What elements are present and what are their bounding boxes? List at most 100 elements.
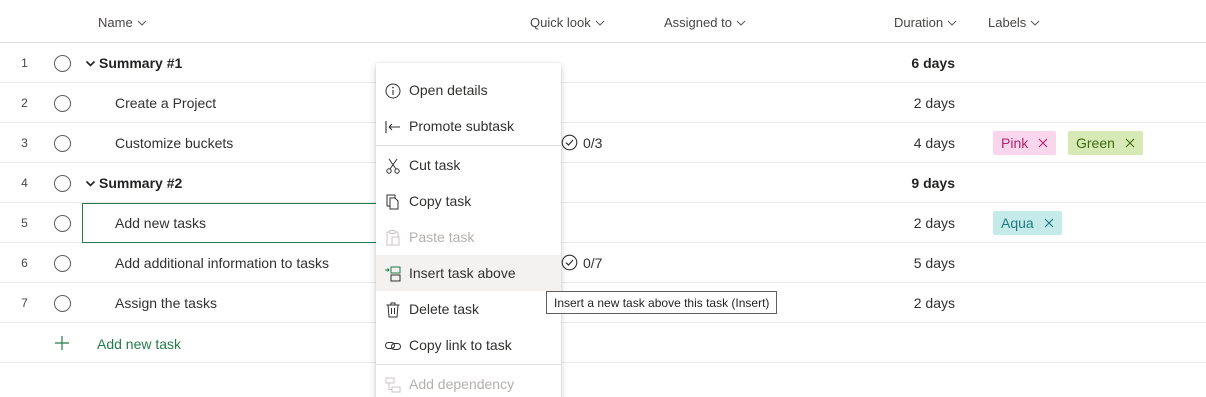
table-row[interactable]: 4 Summary #2 9 days [0, 163, 1206, 203]
row-number: 5 [21, 216, 28, 230]
complete-task-checkbox[interactable] [54, 215, 71, 232]
label-green[interactable]: Green [1068, 131, 1143, 155]
menu-item-paste-task: Paste task [376, 219, 561, 255]
task-context-menu: Open details Promote subtask Cut task Co… [376, 63, 561, 397]
column-header-assigned-to[interactable]: Assigned to [664, 15, 747, 30]
column-header-name[interactable]: Name [98, 15, 148, 30]
task-duration[interactable]: 5 days [914, 255, 955, 271]
task-duration[interactable]: 2 days [914, 215, 955, 231]
plus-icon[interactable] [53, 334, 71, 352]
clipboard-icon [386, 230, 400, 246]
complete-task-checkbox[interactable] [54, 95, 71, 112]
label-text: Aqua [1001, 215, 1034, 231]
label-aqua[interactable]: Aqua [993, 211, 1062, 235]
column-assigned-to-label: Assigned to [664, 15, 732, 30]
task-name[interactable]: Create a Project [115, 95, 216, 111]
menu-item-copy-task[interactable]: Copy task [376, 183, 561, 219]
menu-item-label: Cut task [409, 157, 461, 173]
chevron-down-icon[interactable] [85, 58, 96, 69]
menu-item-add-dependency: Add dependency [376, 366, 561, 397]
task-duration[interactable]: 9 days [911, 175, 955, 191]
table-row[interactable]: 3 Customize buckets 0/3 4 days Pink Gree… [0, 123, 1206, 163]
task-duration[interactable]: 2 days [914, 95, 955, 111]
insert-above-icon [385, 266, 401, 282]
row-number: 2 [21, 96, 28, 110]
task-name[interactable]: Customize buckets [115, 135, 233, 151]
row-number: 1 [21, 56, 28, 70]
column-quick-look-label: Quick look [530, 15, 591, 30]
grid-header: Name Quick look Assigned to Duration Lab… [0, 0, 1206, 43]
add-new-task-button[interactable]: Add new task [97, 336, 181, 352]
menu-divider [376, 364, 561, 365]
chevron-down-icon [137, 20, 147, 26]
menu-item-label: Insert task above [409, 265, 516, 281]
task-duration[interactable]: 4 days [914, 135, 955, 151]
complete-task-checkbox[interactable] [54, 55, 71, 72]
chevron-down-icon [1030, 20, 1040, 26]
complete-task-checkbox[interactable] [54, 135, 71, 152]
label-pink[interactable]: Pink [993, 131, 1057, 155]
chevron-down-icon [595, 20, 605, 26]
copy-icon [386, 194, 399, 210]
checklist-count: 0/3 [583, 134, 603, 151]
row-number: 4 [21, 176, 28, 190]
table-row[interactable]: 2 Create a Project 2 days [0, 83, 1206, 123]
checklist-icon [561, 254, 578, 271]
checklist-progress[interactable]: 0/7 [561, 254, 602, 271]
task-duration[interactable]: 2 days [914, 295, 955, 311]
table-row[interactable]: 1 Summary #1 6 days [0, 43, 1206, 83]
chevron-down-icon [947, 20, 957, 26]
task-name[interactable]: Add new tasks [115, 215, 206, 231]
complete-task-checkbox[interactable] [54, 295, 71, 312]
tooltip: Insert a new task above this task (Inser… [546, 291, 778, 314]
menu-item-copy-link[interactable]: Copy link to task [376, 327, 561, 363]
menu-item-delete-task[interactable]: Delete task [376, 291, 561, 327]
row-number: 7 [21, 296, 28, 310]
menu-item-label: Add dependency [409, 376, 515, 392]
menu-item-cut-task[interactable]: Cut task [376, 147, 561, 183]
checklist-count: 0/7 [583, 254, 603, 271]
task-name[interactable]: Assign the tasks [115, 295, 217, 311]
scissors-icon [386, 158, 400, 174]
checklist-progress[interactable]: 0/3 [561, 134, 602, 151]
menu-item-label: Delete task [409, 301, 480, 317]
menu-item-promote-subtask[interactable]: Promote subtask [376, 108, 561, 144]
task-name[interactable]: Summary #2 [99, 175, 182, 191]
chevron-down-icon[interactable] [85, 178, 96, 189]
menu-item-open-details[interactable]: Open details [376, 72, 561, 108]
table-row[interactable]: 5 Add new tasks 2 days Aqua [0, 203, 1206, 243]
close-icon[interactable] [1044, 218, 1054, 228]
menu-divider [376, 145, 561, 146]
checklist-icon [561, 134, 578, 151]
link-icon [385, 342, 401, 350]
add-task-row[interactable]: Add new task [0, 323, 1206, 363]
label-text: Pink [1001, 135, 1029, 151]
menu-item-label: Paste task [409, 229, 475, 245]
complete-task-checkbox[interactable] [54, 255, 71, 272]
column-duration-label: Duration [894, 15, 944, 30]
column-name-label: Name [98, 15, 133, 30]
close-icon[interactable] [1125, 138, 1135, 148]
column-header-quick-look[interactable]: Quick look [530, 15, 606, 30]
column-header-duration[interactable]: Duration [894, 15, 958, 30]
menu-item-label: Open details [409, 82, 488, 98]
task-name[interactable]: Add additional information to tasks [115, 255, 329, 271]
promote-icon [385, 121, 400, 133]
task-grid-view: Name Quick look Assigned to Duration Lab… [0, 0, 1206, 397]
table-row[interactable]: 6 Add additional information to tasks 0/… [0, 243, 1206, 283]
menu-item-insert-task-above[interactable]: Insert task above [376, 255, 561, 291]
info-icon [385, 83, 401, 99]
column-header-labels[interactable]: Labels [988, 15, 1041, 30]
dependency-icon [385, 377, 401, 393]
menu-item-label: Copy task [409, 193, 472, 209]
task-duration[interactable]: 6 days [911, 55, 955, 71]
chevron-down-icon [736, 20, 746, 26]
row-number: 6 [21, 256, 28, 270]
menu-item-label: Copy link to task [409, 337, 512, 353]
row-number: 3 [21, 136, 28, 150]
complete-task-checkbox[interactable] [54, 175, 71, 192]
close-icon[interactable] [1038, 138, 1048, 148]
label-text: Green [1076, 135, 1115, 151]
task-name[interactable]: Summary #1 [99, 55, 182, 71]
trash-icon [386, 302, 400, 318]
